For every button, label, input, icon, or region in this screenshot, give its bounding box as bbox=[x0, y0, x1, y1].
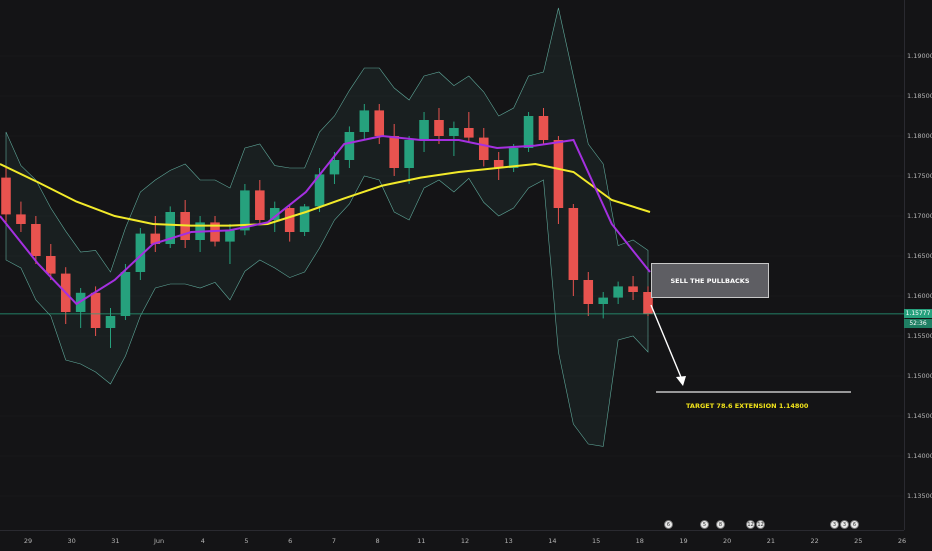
event-icon[interactable]: 6 bbox=[664, 520, 673, 529]
candle-body bbox=[598, 297, 608, 304]
date-tick: 15 bbox=[591, 537, 601, 545]
price-tick: 1.14500 bbox=[907, 412, 932, 420]
date-tick: 11 bbox=[417, 537, 426, 545]
event-icon[interactable]: 5 bbox=[700, 520, 709, 529]
candle-body bbox=[553, 140, 564, 208]
candle-body bbox=[389, 136, 399, 168]
price-tick: 1.13500 bbox=[907, 492, 932, 500]
date-axis: 29 30 31 Jun 4 5 6 7 8 11 12 13 14 15 18 19 20 21 22 25 26 bbox=[0, 530, 907, 551]
price-tick: 1.16500 bbox=[907, 252, 932, 260]
candle-body bbox=[16, 214, 26, 224]
candle-body bbox=[344, 132, 355, 160]
price-axis: 1.19000 1.18500 1.18000 1.17500 1.17000 1.165… bbox=[904, 0, 932, 530]
candle-body bbox=[374, 110, 385, 136]
date-tick: 8 bbox=[375, 537, 380, 545]
candle-body bbox=[523, 116, 534, 148]
sell-pullbacks-note[interactable]: SELL THE PULLBACKS bbox=[651, 263, 769, 298]
candle-body bbox=[434, 120, 444, 136]
candle-body bbox=[613, 286, 623, 298]
date-tick: 4 bbox=[200, 537, 205, 545]
candle-body bbox=[568, 208, 579, 280]
date-tick: 5 bbox=[244, 537, 249, 545]
date-tick: 22 bbox=[810, 537, 819, 545]
date-tick: 20 bbox=[723, 537, 732, 545]
date-tick: 18 bbox=[635, 537, 644, 545]
date-tick: 30 bbox=[67, 537, 76, 545]
candle-body bbox=[1, 177, 11, 215]
date-tick: 6 bbox=[288, 537, 293, 545]
event-icon[interactable]: 6 bbox=[850, 520, 859, 529]
date-tick: Jun bbox=[154, 537, 165, 545]
candle-body bbox=[90, 292, 101, 328]
current-price-tag: 1.15777 bbox=[904, 309, 932, 319]
date-tick: 7 bbox=[331, 537, 336, 545]
event-icon[interactable]: 12 bbox=[756, 520, 765, 529]
date-tick: 14 bbox=[548, 537, 557, 545]
candle-body bbox=[105, 316, 116, 328]
price-tick: 1.14000 bbox=[907, 452, 932, 460]
candle-body bbox=[419, 120, 429, 140]
event-icon[interactable]: 12 bbox=[746, 520, 755, 529]
candle-body bbox=[449, 128, 459, 136]
price-tick: 1.19000 bbox=[907, 52, 932, 60]
target-label[interactable]: TARGET 78.6 EXTENSION 1.14800 bbox=[686, 402, 808, 410]
candle-body bbox=[583, 280, 594, 304]
price-tick: 1.15000 bbox=[907, 372, 932, 380]
date-tick: 21 bbox=[766, 537, 776, 545]
event-icon[interactable]: 3 bbox=[840, 520, 849, 529]
price-tick: 1.15500 bbox=[907, 332, 932, 340]
event-icon[interactable]: 3 bbox=[830, 520, 839, 529]
candle-body bbox=[359, 110, 370, 132]
date-tick: 26 bbox=[897, 537, 907, 545]
date-tick: 29 bbox=[23, 537, 33, 545]
price-tick: 1.16000 bbox=[907, 292, 932, 300]
event-icon[interactable]: 8 bbox=[716, 520, 725, 529]
candle-body bbox=[478, 137, 489, 160]
candle-body bbox=[538, 116, 549, 140]
candle-body bbox=[120, 272, 131, 316]
price-tick: 1.17500 bbox=[907, 172, 932, 180]
price-tick: 1.18000 bbox=[907, 132, 932, 140]
price-tick: 1.18500 bbox=[907, 92, 932, 100]
date-tick: 19 bbox=[679, 537, 688, 545]
bar-countdown: 52:36 bbox=[904, 318, 932, 328]
candle-body bbox=[31, 224, 41, 256]
date-tick: 25 bbox=[854, 537, 863, 545]
date-tick: 13 bbox=[504, 537, 513, 545]
candle-body bbox=[284, 208, 295, 232]
date-tick: 31 bbox=[111, 537, 120, 545]
candle-body bbox=[464, 128, 474, 138]
candle-body bbox=[255, 190, 265, 220]
price-tick: 1.17000 bbox=[907, 212, 932, 220]
candle-body bbox=[628, 286, 638, 292]
date-tick: 12 bbox=[460, 537, 470, 545]
candle-body bbox=[404, 140, 414, 168]
candle-body bbox=[46, 256, 56, 274]
candle-body bbox=[329, 160, 340, 175]
candle-body bbox=[225, 230, 235, 242]
